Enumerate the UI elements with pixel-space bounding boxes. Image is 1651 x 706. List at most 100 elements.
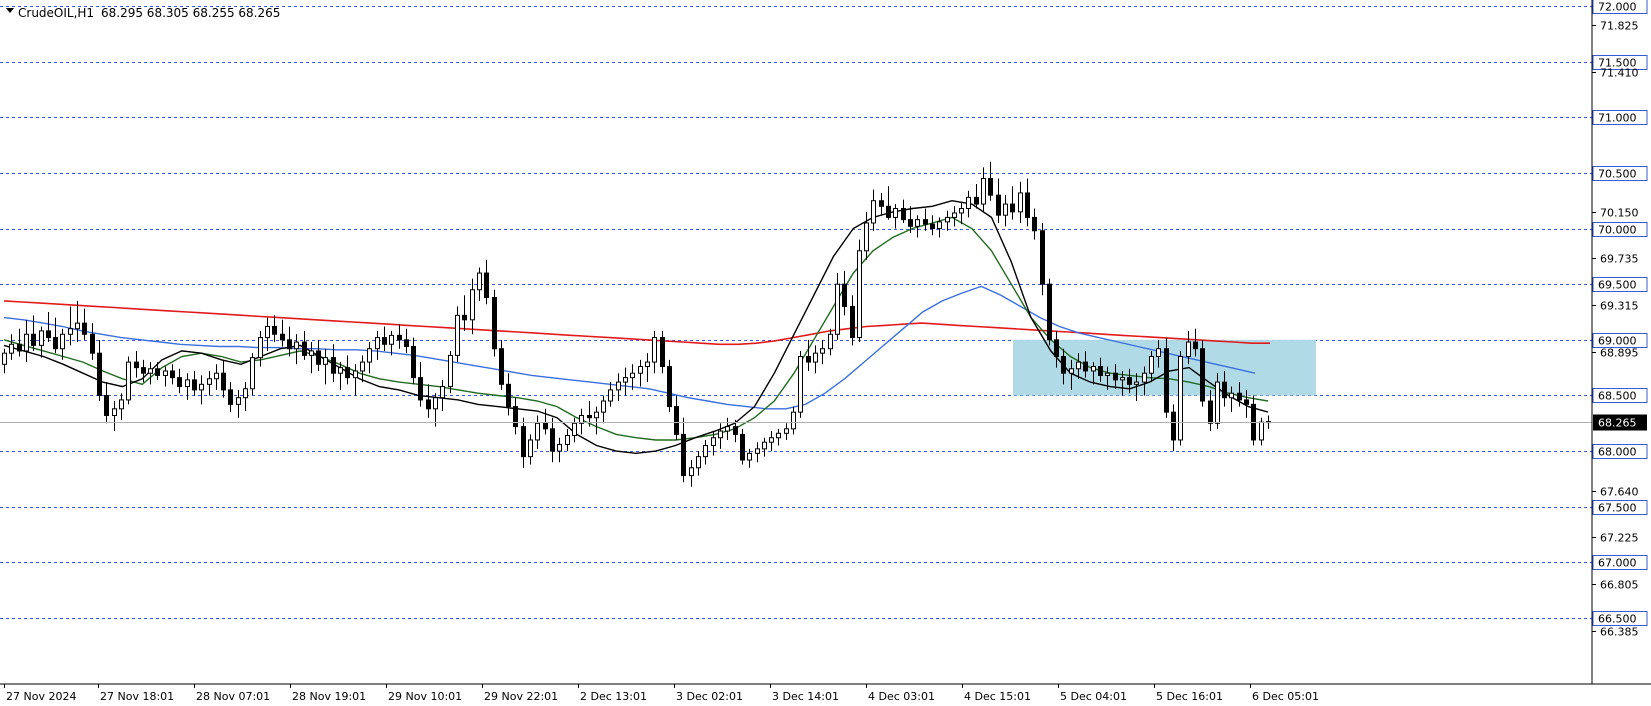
candle-body-bull xyxy=(696,456,701,469)
candle xyxy=(660,330,665,374)
candle-body-bear xyxy=(272,325,277,335)
candle-body-bull xyxy=(433,397,438,410)
candle-body-bull xyxy=(747,452,752,461)
candle-body-bull xyxy=(594,411,599,419)
candle-body-bear xyxy=(901,208,906,221)
candle-body-bull xyxy=(557,443,562,452)
candle-body-bear xyxy=(1193,341,1198,350)
candle-body-bull xyxy=(813,352,818,363)
candle-body-bear xyxy=(1040,230,1045,285)
candle-body-bull xyxy=(1076,361,1081,370)
candle-body-bull xyxy=(857,250,862,339)
candle-body-bull xyxy=(477,272,482,291)
candle-body-bear xyxy=(1208,400,1213,424)
candle-body-bear xyxy=(1061,356,1066,374)
candle-body-bear xyxy=(192,379,197,391)
candle xyxy=(798,350,803,418)
candle-body-bear xyxy=(499,348,504,385)
time-tick-label: 27 Nov 18:01 xyxy=(100,690,174,703)
candle-body-bear xyxy=(302,341,307,356)
candle-body-bull xyxy=(1069,368,1074,374)
level-badge-label: 70.500 xyxy=(1598,168,1637,181)
level-badge-label: 67.000 xyxy=(1598,557,1637,570)
candle xyxy=(1164,337,1169,418)
candle-body-bear xyxy=(141,367,146,374)
candle-body-bull xyxy=(367,348,372,363)
candle-body-bull xyxy=(1142,372,1147,383)
level-badge-label: 71.000 xyxy=(1598,112,1637,125)
candle-body-bull xyxy=(440,386,445,399)
candle-body-bear xyxy=(521,426,526,458)
candle-body-bull xyxy=(243,388,248,399)
candle-body-bull xyxy=(1120,377,1125,381)
candle-body-bull xyxy=(1003,203,1008,216)
candle-body-bull xyxy=(645,361,650,368)
candle-body-bull xyxy=(294,341,299,350)
candle-body-bear xyxy=(1244,399,1249,405)
candle-body-bull xyxy=(75,322,80,330)
candle-body-bull xyxy=(1091,366,1096,372)
candle-body-bull xyxy=(250,357,255,390)
candle-body-bull xyxy=(1018,192,1023,213)
candle-body-bull xyxy=(535,422,540,441)
price-tick-label: 66.805 xyxy=(1600,579,1639,592)
time-tick-label: 27 Nov 2024 xyxy=(6,690,76,703)
price-tick-label: 70.150 xyxy=(1600,207,1639,220)
price-tick-label: 67.640 xyxy=(1600,486,1639,499)
candle xyxy=(857,239,862,343)
candle-body-bull xyxy=(360,361,365,372)
candle-body-bear xyxy=(506,383,511,408)
chart-background xyxy=(0,0,1651,706)
candle-body-bear xyxy=(1127,377,1132,385)
time-tick-label: 29 Nov 22:01 xyxy=(484,690,558,703)
candle-body-bear xyxy=(1171,411,1176,441)
candle-body-bull xyxy=(762,441,767,450)
candle-body-bear xyxy=(221,372,226,391)
candle-body-bull xyxy=(945,216,950,223)
candle-body-bear xyxy=(988,177,993,196)
candle-body-bear xyxy=(280,333,285,341)
candle-body-bear xyxy=(1237,392,1242,401)
candle-body-bear xyxy=(806,356,811,363)
candle-body-bear xyxy=(46,330,51,339)
candle-body-bear xyxy=(587,414,592,419)
candle-body-bear xyxy=(850,305,855,339)
price-tick-label: 71.410 xyxy=(1600,67,1639,80)
candle-body-bear xyxy=(842,283,847,307)
candle-body-bear xyxy=(1025,192,1030,218)
candle xyxy=(1178,350,1183,446)
candle-body-bull xyxy=(1178,356,1183,441)
candle-body-bull xyxy=(119,399,124,410)
level-badge-label: 67.500 xyxy=(1598,502,1637,515)
candle-body-bull xyxy=(630,372,635,379)
candle-body-bear xyxy=(426,399,431,410)
candle-body-bear xyxy=(287,339,292,350)
time-tick-label: 5 Dec 04:01 xyxy=(1060,690,1127,703)
candle-body-bull xyxy=(9,343,14,354)
candle-body-bear xyxy=(1200,348,1205,402)
candle-body-bear xyxy=(82,322,87,335)
candle-body-bear xyxy=(418,377,423,401)
candle-body-bear xyxy=(1047,283,1052,341)
candle-body-bull xyxy=(769,437,774,443)
candle-body-bull xyxy=(207,378,212,385)
candle-body-bull xyxy=(784,428,789,434)
candle-body-bear xyxy=(316,350,321,365)
candle-body-bear xyxy=(484,272,489,299)
candle-body-bull xyxy=(68,328,73,335)
candle-body-bull xyxy=(565,435,570,445)
level-badge-label: 68.000 xyxy=(1598,446,1637,459)
candle-body-bull xyxy=(353,370,358,379)
candle-body-bull xyxy=(126,361,131,401)
candle-body-bull xyxy=(1215,381,1220,424)
candle-body-bull xyxy=(871,200,876,224)
trading-chart[interactable]: 72.000 71.500 71.000 70.500 70.000 69.500 69.0… xyxy=(0,0,1651,706)
candle-body-bear xyxy=(170,370,175,379)
candle-body-bear xyxy=(1164,348,1169,413)
candle-body-bear xyxy=(345,367,350,379)
candle-body-bull xyxy=(835,283,840,335)
price-chart-svg[interactable]: 72.00071.50071.00070.50070.00069.50069.0… xyxy=(0,0,1651,706)
candle-body-bull xyxy=(470,289,475,321)
level-badge-label: 72.000 xyxy=(1598,1,1637,14)
time-tick-label: 6 Dec 05:01 xyxy=(1252,690,1319,703)
